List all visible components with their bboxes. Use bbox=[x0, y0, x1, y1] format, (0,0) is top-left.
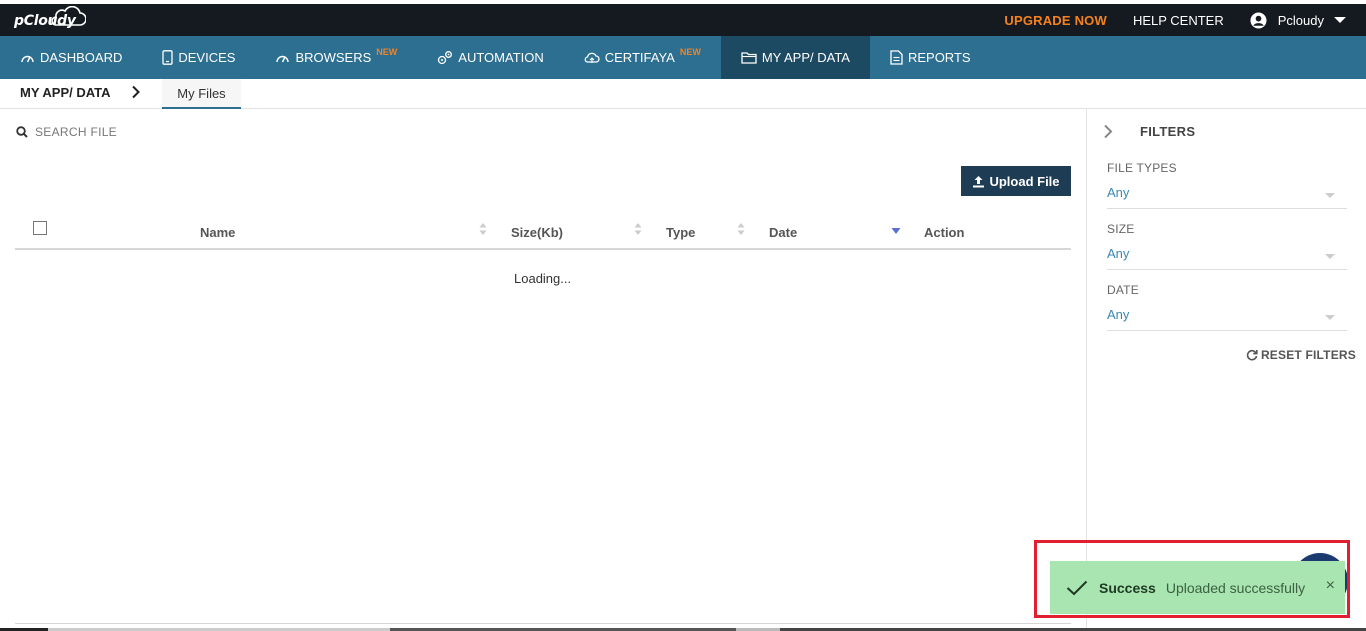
top-bar: pCloudy UPGRADE NOW HELP CENTER Pcloudy bbox=[0, 4, 1366, 36]
breadcrumb-root[interactable]: MY APP/ DATA bbox=[20, 85, 111, 100]
column-date[interactable]: Date bbox=[769, 225, 797, 240]
column-size[interactable]: Size(Kb) bbox=[511, 225, 563, 240]
nav-browsers[interactable]: BROWSERS NEW bbox=[255, 36, 417, 79]
table-header: Name Size(Kb) Type Date Action bbox=[15, 213, 1071, 250]
chevron-down-icon bbox=[1325, 315, 1335, 320]
nav-my-app-data[interactable]: MY APP/ DATA bbox=[720, 36, 870, 79]
gears-icon bbox=[438, 51, 453, 65]
reset-filters-button[interactable]: RESET FILTERS bbox=[1246, 348, 1356, 362]
user-menu[interactable]: Pcloudy bbox=[1250, 11, 1346, 29]
size-select[interactable]: Any bbox=[1107, 246, 1347, 270]
cloud-logo-icon bbox=[51, 6, 86, 26]
column-type[interactable]: Type bbox=[666, 225, 695, 240]
gauge-icon bbox=[276, 55, 290, 62]
column-name[interactable]: Name bbox=[200, 225, 235, 240]
highlight-box bbox=[1034, 540, 1350, 618]
help-center-link[interactable]: HELP CENTER bbox=[1133, 13, 1224, 28]
upload-icon bbox=[973, 175, 985, 187]
chevron-right-icon[interactable] bbox=[1103, 124, 1113, 139]
breadcrumb: MY APP/ DATA My Files bbox=[0, 79, 1366, 109]
document-icon bbox=[890, 50, 903, 65]
upgrade-now-link[interactable]: UPGRADE NOW bbox=[1004, 13, 1107, 28]
sort-icon[interactable] bbox=[479, 222, 487, 236]
filter-label-file-types: FILE TYPES bbox=[1107, 161, 1177, 175]
tab-my-files[interactable]: My Files bbox=[162, 79, 241, 109]
gauge-icon bbox=[21, 55, 34, 62]
search-icon bbox=[16, 126, 28, 138]
chevron-down-icon bbox=[1325, 193, 1335, 198]
new-badge: NEW bbox=[679, 46, 701, 57]
phone-icon bbox=[162, 50, 174, 65]
sort-icon[interactable] bbox=[634, 222, 642, 236]
filter-label-size: SIZE bbox=[1107, 222, 1135, 236]
loading-text: Loading... bbox=[514, 271, 572, 286]
main-nav: DASHBOARD DEVICES BROWSERS NEW AUTOMATIO… bbox=[0, 36, 1366, 79]
search-box[interactable] bbox=[16, 125, 235, 139]
files-panel: Upload File Name Size(Kb) Type Date Acti… bbox=[0, 109, 1086, 631]
nav-reports[interactable]: REPORTS bbox=[870, 36, 991, 79]
search-input[interactable] bbox=[35, 125, 235, 139]
refresh-icon bbox=[1246, 349, 1258, 361]
chevron-down-icon bbox=[1334, 17, 1346, 23]
chevron-down-icon bbox=[1325, 254, 1335, 259]
divider bbox=[15, 623, 1071, 624]
filters-title: FILTERS bbox=[1140, 124, 1196, 139]
sort-desc-icon[interactable] bbox=[891, 227, 901, 235]
nav-devices[interactable]: DEVICES bbox=[142, 36, 255, 79]
user-avatar-icon bbox=[1250, 11, 1267, 29]
select-all-checkbox[interactable] bbox=[33, 221, 47, 235]
chevron-right-icon bbox=[132, 85, 140, 99]
file-types-select[interactable]: Any bbox=[1107, 185, 1347, 209]
nav-certifaya[interactable]: CERTIFAYA NEW bbox=[564, 36, 721, 79]
sort-icon[interactable] bbox=[737, 222, 745, 236]
folder-icon bbox=[741, 52, 757, 64]
new-badge: NEW bbox=[376, 46, 398, 57]
column-action: Action bbox=[924, 225, 965, 240]
nav-dashboard[interactable]: DASHBOARD bbox=[0, 36, 142, 79]
date-select[interactable]: Any bbox=[1107, 307, 1347, 331]
cloud-icon bbox=[584, 52, 600, 63]
pcloudy-logo[interactable]: pCloudy bbox=[14, 6, 86, 32]
nav-automation[interactable]: AUTOMATION bbox=[417, 36, 563, 79]
user-name: Pcloudy bbox=[1277, 12, 1324, 28]
filter-label-date: DATE bbox=[1107, 283, 1139, 297]
upload-file-button[interactable]: Upload File bbox=[961, 166, 1071, 196]
